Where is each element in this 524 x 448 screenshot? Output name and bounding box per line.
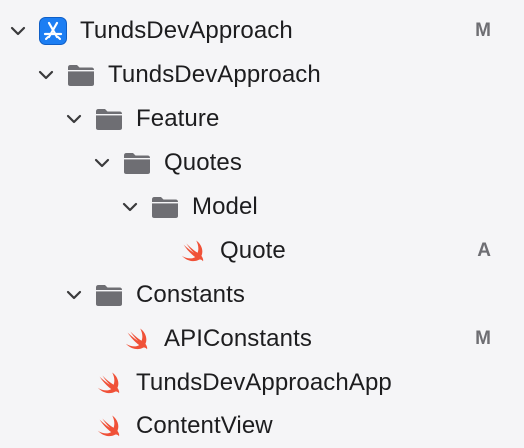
folder-icon (68, 65, 94, 86)
nav-item-label: Quotes (164, 149, 242, 176)
folder-icon (152, 197, 178, 218)
nav-item-label: Quote (220, 237, 286, 264)
nav-item-label: Constants (136, 281, 245, 308)
nav-item-label: Feature (136, 105, 220, 132)
folder-icon (96, 285, 122, 306)
nav-row-group[interactable]: TundsDevApproach (0, 53, 524, 97)
nav-row-file[interactable]: ContentView (0, 404, 524, 448)
nav-item-label: ContentView (136, 412, 273, 439)
xcode-project-icon (39, 17, 67, 45)
nav-row-group[interactable]: Model (0, 185, 524, 229)
chevron-down-icon[interactable] (120, 197, 140, 217)
chevron-down-icon[interactable] (92, 153, 112, 173)
nav-item-label: TundsDevApproach (80, 17, 293, 44)
chevron-down-icon[interactable] (64, 285, 84, 305)
nav-item-label: TundsDevApproach (108, 61, 321, 88)
nav-item-label: APIConstants (164, 325, 312, 352)
status-badge: A (477, 240, 491, 261)
nav-row-group[interactable]: Quotes (0, 141, 524, 185)
swift-file-icon (181, 240, 204, 262)
chevron-down-icon[interactable] (8, 21, 28, 41)
nav-row-file[interactable]: TundsDevApproachApp (0, 361, 524, 405)
chevron-down-icon[interactable] (64, 109, 84, 129)
folder-icon (96, 109, 122, 130)
nav-row-group[interactable]: Constants (0, 273, 524, 317)
status-badge: M (475, 328, 491, 349)
swift-file-icon (125, 328, 148, 350)
folder-icon (124, 153, 150, 174)
swift-file-icon (97, 415, 120, 437)
nav-row-file[interactable]: APIConstants M (0, 317, 524, 361)
chevron-down-icon[interactable] (36, 65, 56, 85)
nav-row-group[interactable]: Feature (0, 97, 524, 141)
status-badge: M (475, 20, 491, 41)
nav-row-project[interactable]: TundsDevApproach M (0, 9, 524, 53)
nav-row-file[interactable]: Quote A (0, 229, 524, 273)
swift-file-icon (97, 372, 120, 394)
nav-item-label: TundsDevApproachApp (136, 369, 392, 396)
nav-item-label: Model (192, 193, 258, 220)
